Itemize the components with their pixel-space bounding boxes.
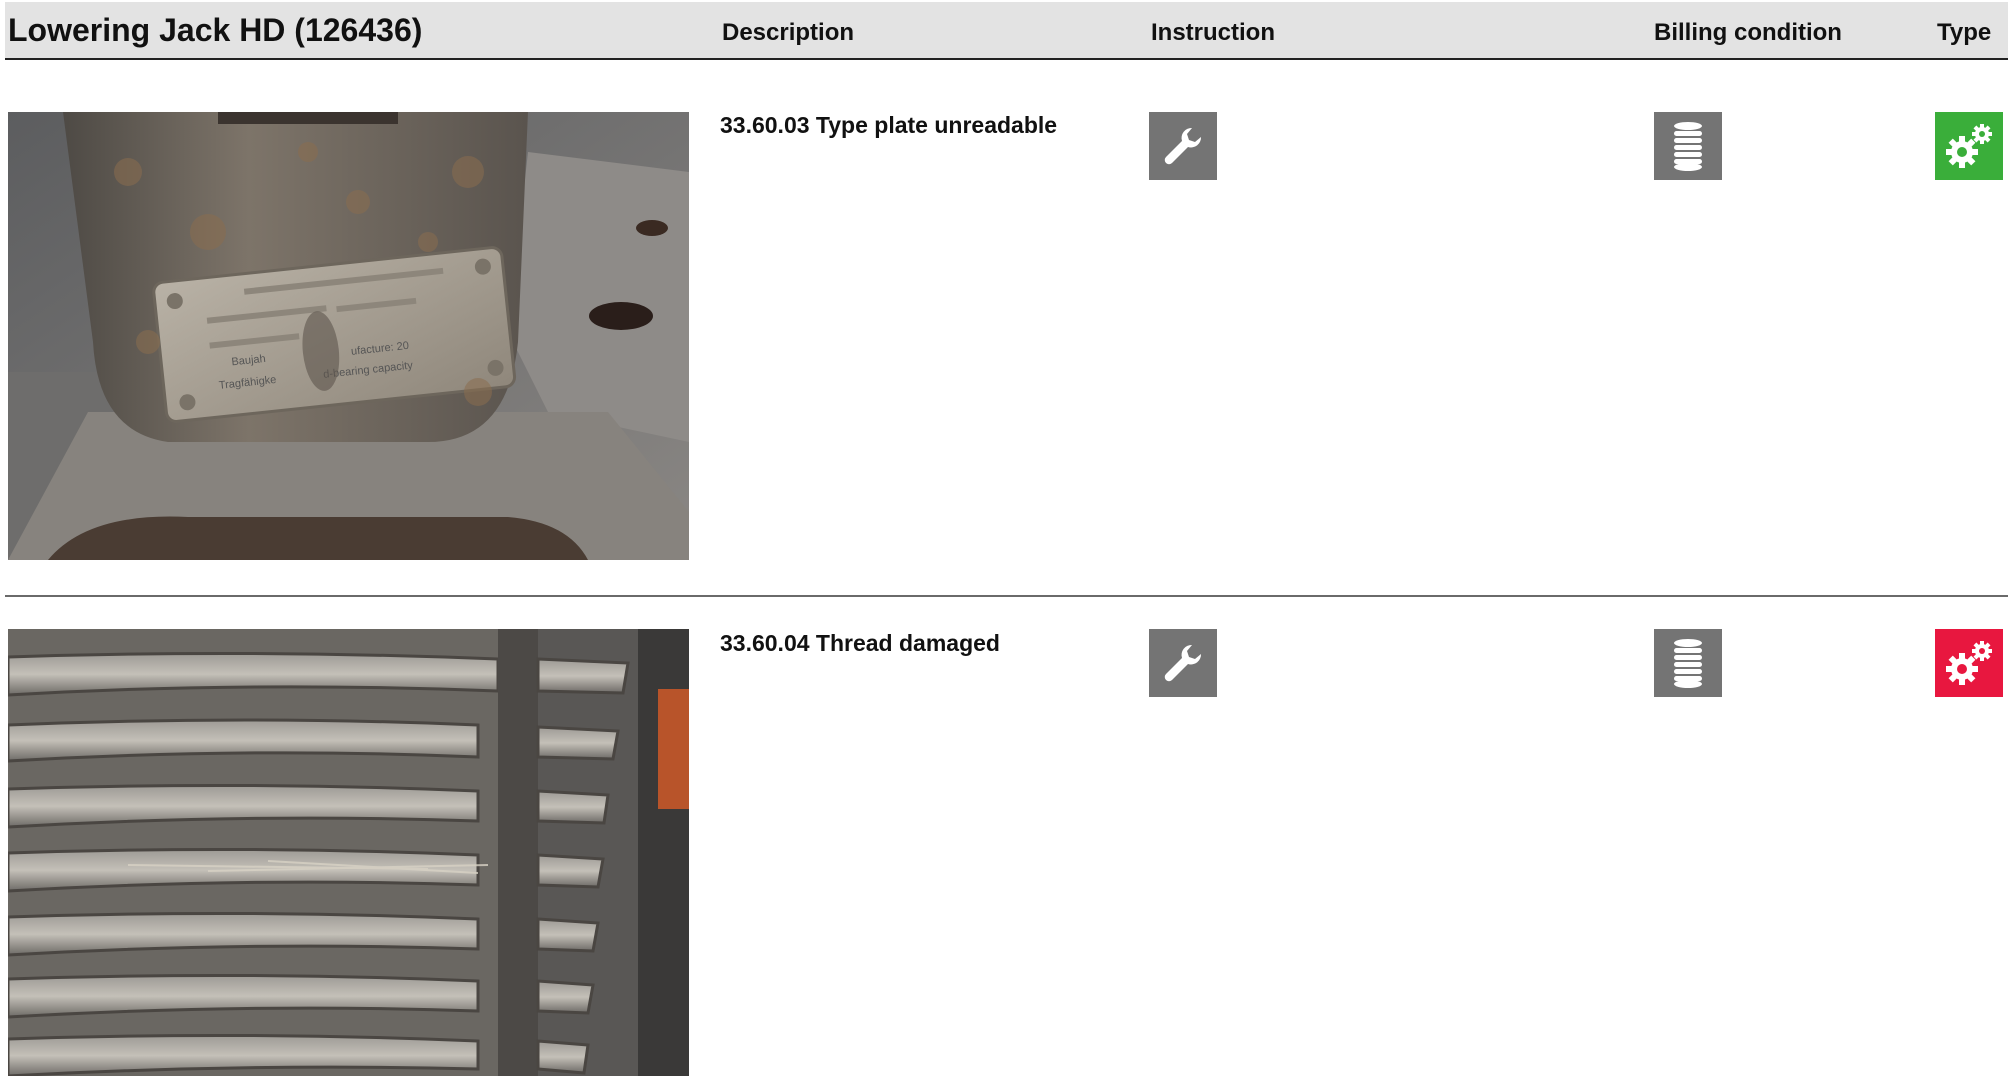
gears-icon bbox=[1946, 641, 1992, 685]
item-description: 33.60.03 Type plate unreadable bbox=[720, 112, 1058, 138]
column-header-billing-condition: Billing condition bbox=[1654, 19, 1842, 46]
wrench-icon bbox=[1164, 644, 1202, 682]
type-plate-photo[interactable]: Baujah ufacture: 20 Tragfähigke d-bearin… bbox=[8, 112, 689, 560]
column-header-description: Description bbox=[722, 19, 855, 46]
instruction-button[interactable] bbox=[1149, 112, 1217, 180]
column-header-instruction: Instruction bbox=[1151, 19, 1275, 46]
type-plate-photo-image: Baujah ufacture: 20 Tragfähigke d-bearin… bbox=[8, 112, 689, 560]
page-title: Lowering Jack HD (126436) bbox=[8, 12, 423, 48]
billing-condition-button[interactable] bbox=[1654, 112, 1722, 180]
item-description: 33.60.04 Thread damaged bbox=[720, 630, 1000, 656]
thread-photo[interactable] bbox=[8, 629, 689, 1076]
table-header: Lowering Jack HD (126436) Description In… bbox=[5, 2, 2008, 60]
type-indicator-red bbox=[1935, 629, 2003, 697]
gears-icon bbox=[1946, 124, 1992, 168]
wrench-icon bbox=[1164, 127, 1202, 165]
instruction-button[interactable] bbox=[1149, 629, 1217, 697]
coin-stack-icon bbox=[1674, 639, 1702, 688]
table-row: Baujah ufacture: 20 Tragfähigke d-bearin… bbox=[0, 60, 2011, 596]
coin-stack-icon bbox=[1674, 122, 1702, 171]
billing-condition-button[interactable] bbox=[1654, 629, 1722, 697]
column-header-type: Type bbox=[1937, 19, 1992, 46]
type-indicator-green bbox=[1935, 112, 2003, 180]
thread-photo-image bbox=[8, 629, 689, 1076]
table-row: 33.60.04 Thread damaged bbox=[0, 597, 2011, 1076]
